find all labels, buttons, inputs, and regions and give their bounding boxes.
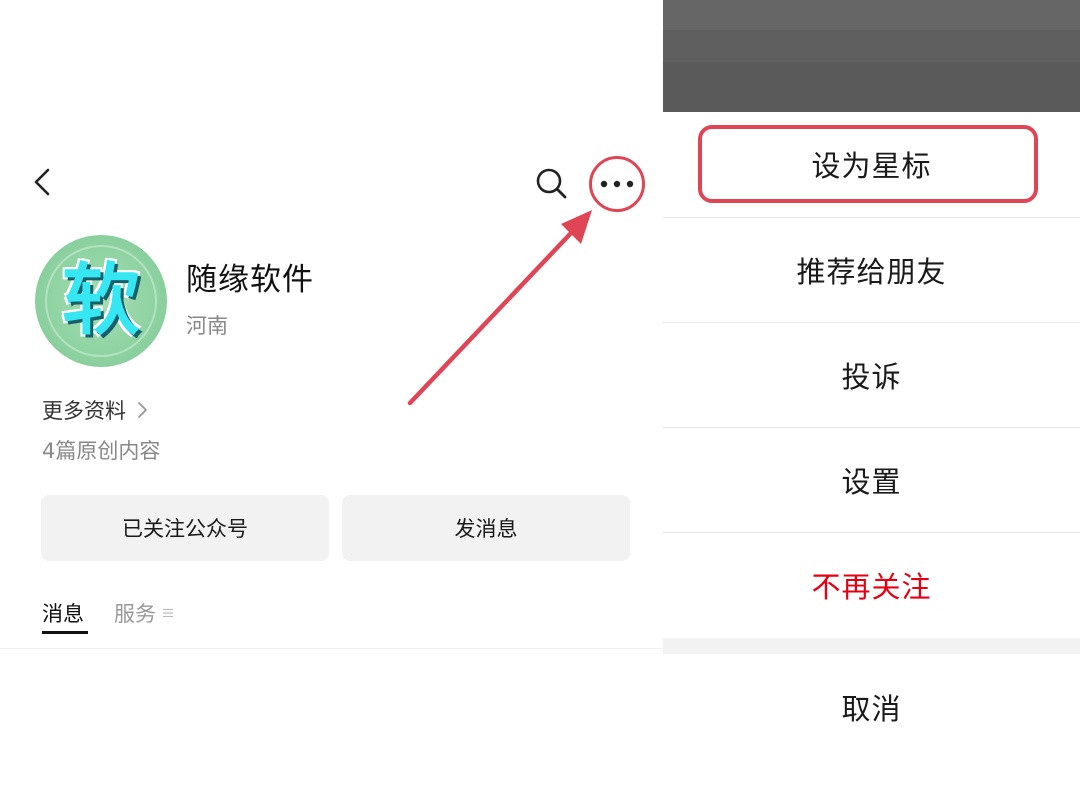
unfollow-item[interactable]: 不再关注 — [663, 533, 1080, 637]
followed-button[interactable]: 已关注公众号 — [41, 495, 329, 561]
send-message-button[interactable]: 发消息 — [342, 495, 630, 561]
more-info-label: 更多资料 — [42, 399, 126, 423]
more-info-link[interactable]: 更多资料 — [42, 395, 148, 425]
menu-lines-icon — [163, 608, 173, 618]
tab-messages[interactable]: 消息 — [42, 598, 88, 634]
cancel-button[interactable]: 取消 — [663, 655, 1080, 759]
report-item[interactable]: 投诉 — [663, 323, 1080, 427]
more-options-button[interactable] — [589, 156, 645, 212]
recommend-to-friend-item[interactable]: 推荐给朋友 — [663, 218, 1080, 322]
action-sheet-panel: 设为星标 推荐给朋友 投诉 设置 不再关注 取消 — [663, 0, 1080, 809]
settings-item[interactable]: 设置 — [663, 428, 1080, 532]
chevron-right-icon — [138, 402, 147, 418]
profile-tabs: 消息 服务 — [42, 598, 174, 634]
sheet-gap — [663, 638, 1080, 654]
highlight-box — [698, 125, 1038, 203]
search-icon[interactable] — [534, 166, 568, 200]
tabs-divider — [0, 648, 663, 649]
chevron-left-icon[interactable] — [28, 164, 56, 200]
dim-overlay-band — [663, 62, 1080, 112]
avatar-glyph: 软 — [61, 256, 140, 346]
tab-services-label: 服务 — [114, 602, 156, 626]
account-name: 随缘软件 — [186, 262, 314, 298]
tab-services[interactable]: 服务 — [114, 598, 174, 628]
account-profile-panel: 软 随缘软件 河南 更多资料 4篇原创内容 已关注公众号 发消息 消息 服务 — [0, 0, 663, 809]
original-content-count: 4篇原创内容 — [42, 439, 161, 463]
dim-overlay-band — [663, 0, 1080, 30]
more-dots-icon — [600, 180, 634, 188]
account-region: 河南 — [186, 314, 228, 338]
avatar[interactable]: 软 — [35, 235, 167, 367]
